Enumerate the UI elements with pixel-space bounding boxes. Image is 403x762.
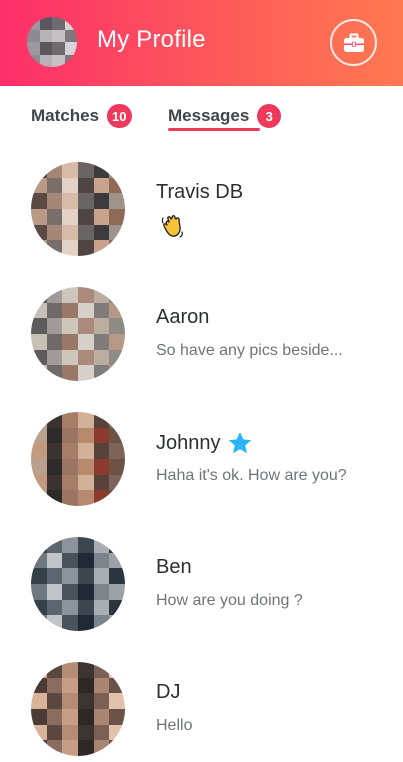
active-tab-underline bbox=[168, 128, 260, 131]
tab-messages[interactable]: Messages 3 bbox=[168, 104, 282, 128]
message-item[interactable]: Travis DB bbox=[0, 150, 403, 275]
message-preview: Haha it's ok. How are you? bbox=[156, 467, 347, 484]
contact-name: Ben bbox=[156, 556, 192, 578]
message-item[interactable]: Ben How are you doing ? bbox=[0, 525, 403, 650]
tab-bar: Matches 10 Messages 3 bbox=[0, 86, 403, 136]
page-title: My Profile bbox=[97, 26, 206, 53]
tab-label: Matches bbox=[31, 106, 100, 125]
message-preview: How are you doing ? bbox=[156, 592, 303, 609]
message-item[interactable]: Johnny Haha it's ok. How are you? bbox=[0, 400, 403, 525]
contact-name: Aaron bbox=[156, 306, 210, 328]
name-row: Travis DB bbox=[156, 181, 243, 204]
contact-name: Johnny bbox=[156, 431, 221, 454]
message-item[interactable]: Aaron So have any pics beside... bbox=[0, 275, 403, 400]
tab-label: Messages bbox=[168, 106, 250, 125]
avatar[interactable] bbox=[27, 17, 77, 67]
message-list: Travis DB Aaron So have any pics beside.… bbox=[0, 150, 403, 762]
name-row: Aaron bbox=[156, 306, 209, 329]
star-icon bbox=[227, 431, 253, 455]
contact-name: Travis DB bbox=[156, 181, 244, 203]
briefcase-icon bbox=[343, 32, 364, 52]
tab-matches[interactable]: Matches 10 bbox=[31, 104, 132, 128]
avatar[interactable] bbox=[31, 662, 125, 756]
count-badge: 10 bbox=[107, 104, 132, 128]
name-row: Johnny bbox=[156, 431, 253, 455]
count-badge: 3 bbox=[257, 104, 282, 128]
briefcase-button[interactable] bbox=[330, 19, 377, 66]
name-row: DJ bbox=[156, 681, 180, 704]
message-preview: Hello bbox=[156, 717, 193, 734]
avatar[interactable] bbox=[31, 162, 125, 256]
avatar[interactable] bbox=[31, 412, 125, 506]
contact-name: DJ bbox=[156, 681, 181, 703]
app-header: My Profile bbox=[0, 0, 403, 86]
waving-hand-icon bbox=[161, 215, 183, 238]
message-preview: So have any pics beside... bbox=[156, 342, 343, 359]
avatar[interactable] bbox=[31, 537, 125, 631]
message-item[interactable]: DJ Hello bbox=[0, 650, 403, 762]
name-row: Ben bbox=[156, 556, 192, 579]
avatar[interactable] bbox=[31, 287, 125, 381]
